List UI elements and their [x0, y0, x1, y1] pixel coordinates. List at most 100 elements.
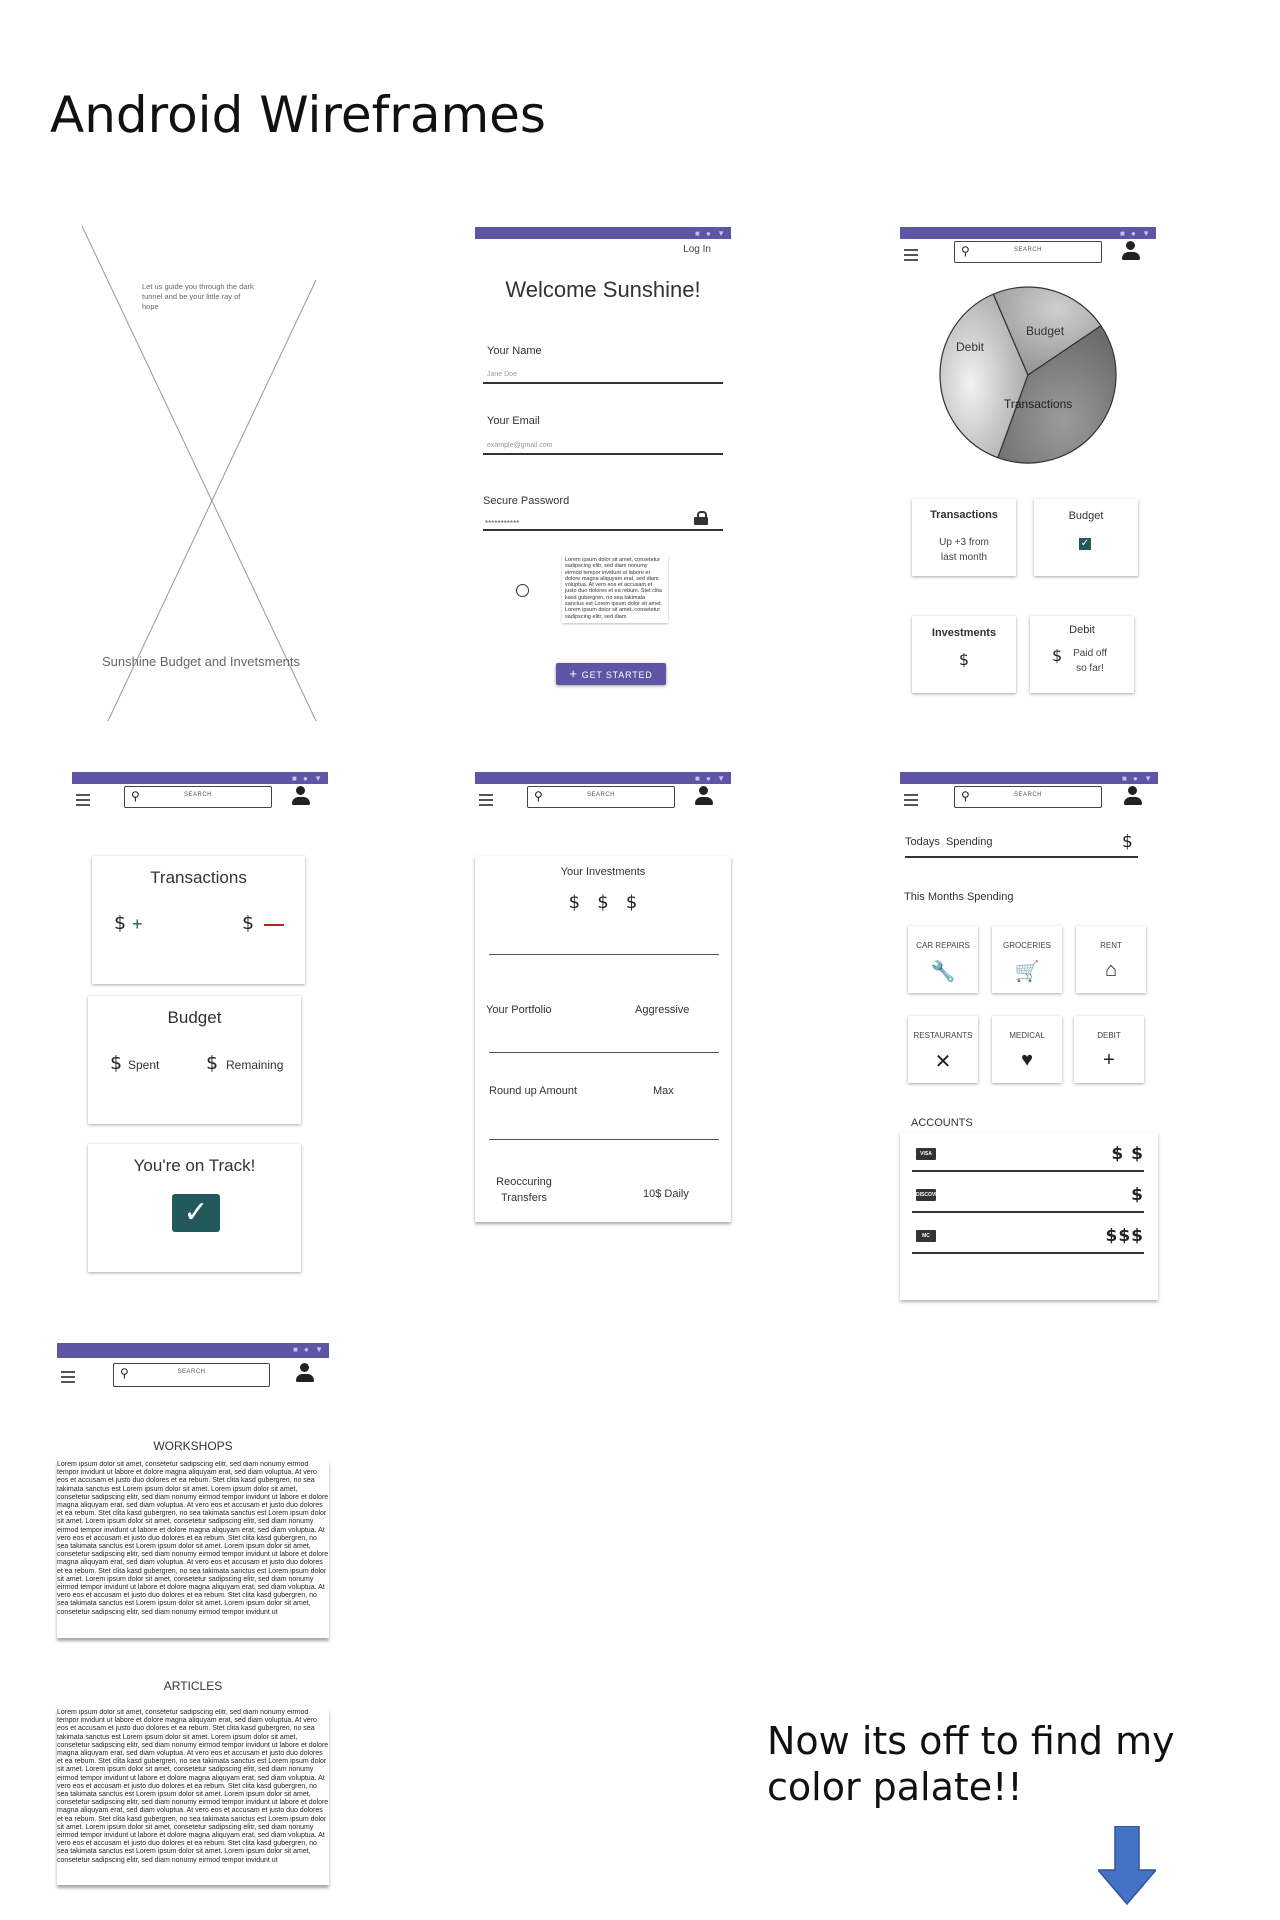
budget-card[interactable]: Budget $ Spent $ Remaining	[88, 996, 301, 1124]
profile-icon[interactable]	[291, 786, 311, 806]
cart-icon: 🛒	[1014, 961, 1040, 983]
search-bar[interactable]: ⚲ SEARCH	[954, 786, 1102, 808]
category-label: RENT	[1100, 941, 1122, 950]
status-bar: ■ ● ▼	[475, 227, 731, 239]
status-bar: ■ ● ▼	[57, 1343, 329, 1358]
budget-title: Budget	[167, 1008, 222, 1027]
divider	[905, 856, 1138, 858]
category-tile[interactable]: RESTAURANTS ✕	[908, 1016, 978, 1083]
status-icons: ■ ● ▼	[1119, 229, 1152, 238]
status-icons: ■ ● ▼	[292, 1345, 325, 1354]
menu-icon[interactable]	[904, 794, 918, 809]
plus-icon: +	[569, 666, 578, 681]
top-bar: ⚲ SEARCH	[900, 786, 1158, 820]
email-label: Your Email	[487, 415, 540, 427]
splash-screen: Let us guide you through the dark tunnel…	[82, 226, 322, 721]
search-bar[interactable]: ⚲ SEARCH	[954, 241, 1102, 263]
divider	[912, 1252, 1144, 1254]
terms-radio[interactable]	[516, 584, 529, 597]
menu-icon[interactable]	[76, 794, 90, 809]
transactions-card[interactable]: Transactions $ + $	[92, 856, 305, 984]
status-icons: ■ ● ▼	[291, 774, 324, 783]
login-screen: ■ ● ▼ Log In Welcome Sunshine! Your Name…	[475, 227, 731, 692]
email-field[interactable]: example@gmail.com	[487, 442, 552, 449]
status-icons: ■ ● ▼	[694, 774, 727, 783]
budget-card[interactable]: Budget ✓	[1034, 499, 1138, 576]
roundup-label: Round up Amount	[489, 1085, 578, 1097]
budget-card-title: Budget	[1068, 510, 1104, 522]
category-tile[interactable]: MEDICAL ♥	[992, 1016, 1062, 1083]
category-tile[interactable]: CAR REPAIRS 🔧	[908, 926, 978, 993]
debit-card[interactable]: Debit $ Paid off so far!	[1030, 616, 1134, 693]
name-label: Your Name	[487, 345, 542, 357]
account-balance[interactable]: $$$	[1106, 1226, 1145, 1246]
menu-icon[interactable]	[61, 1371, 75, 1386]
search-bar[interactable]: ⚲ SEARCH	[527, 786, 675, 808]
terms-text-box: Lorem ipsum dolor sit amet, consetetur s…	[562, 555, 668, 623]
menu-icon[interactable]	[479, 794, 493, 809]
profile-icon[interactable]	[694, 786, 714, 806]
category-tile[interactable]: GROCERIES 🛒	[992, 926, 1062, 993]
dollar-icon: $	[1052, 646, 1063, 665]
account-balance[interactable]: $	[1131, 1185, 1144, 1205]
articles-text: Lorem ipsum dolor sit amet, consetetur s…	[57, 1709, 329, 1864]
on-track-card: You're on Track! ✓	[88, 1144, 301, 1272]
top-bar: ⚲ SEARCH	[900, 241, 1156, 275]
get-started-button[interactable]: + GET STARTED	[556, 663, 666, 685]
transactions-card[interactable]: Transactions Up +3 from last month	[912, 499, 1016, 576]
todays-spending-label: Todays Spending	[905, 836, 993, 848]
card-icon: DISCOVER	[916, 1189, 936, 1201]
profile-icon[interactable]	[1121, 241, 1141, 261]
profile-icon[interactable]	[1123, 786, 1143, 806]
category-tile[interactable]: DEBIT +	[1074, 1016, 1144, 1083]
expense-dollar-icon: $	[242, 912, 255, 934]
workshops-text: Lorem ipsum dolor sit amet, consetetur s…	[57, 1461, 329, 1616]
category-label: MEDICAL	[1009, 1031, 1045, 1040]
category-tile[interactable]: RENT ⌂	[1076, 926, 1146, 993]
portfolio-value[interactable]: Aggressive	[635, 1004, 689, 1016]
search-bar[interactable]: ⚲ SEARCH	[124, 786, 272, 808]
name-underline	[483, 382, 723, 384]
transactions-card-sub: Up +3 from last month	[939, 537, 989, 563]
accounts-label: ACCOUNTS	[911, 1117, 973, 1129]
menu-icon[interactable]	[904, 249, 918, 264]
transactions-card-title: Transactions	[930, 509, 998, 521]
password-field[interactable]: ***********	[485, 519, 519, 528]
spent-dollar-icon: $	[110, 1052, 123, 1074]
welcome-heading: Welcome Sunshine!	[505, 277, 701, 302]
roundup-value[interactable]: Max	[653, 1085, 674, 1097]
debit-card-title: Debit	[1069, 624, 1095, 636]
accounts-panel: VISA $ $ DISCOVER $ MC $$$	[900, 1132, 1158, 1300]
investments-card[interactable]: Investments $	[912, 616, 1016, 693]
profile-icon[interactable]	[295, 1363, 315, 1383]
workshops-panel: Lorem ipsum dolor sit amet, consetetur s…	[57, 1461, 329, 1638]
card-icon: VISA	[916, 1148, 936, 1160]
divider	[489, 1052, 719, 1053]
log-in-link[interactable]: Log In	[683, 244, 711, 255]
divider	[912, 1170, 1144, 1172]
overview-screen: ■ ● ▼ ⚲ SEARCH Transactions $ + $ Budget …	[72, 772, 328, 1292]
check-icon: ✓	[1079, 538, 1091, 550]
income-plus-icon: +	[132, 914, 143, 934]
footer-note: Now its off to find my color palate!!	[767, 1719, 1175, 1809]
status-bar: ■ ● ▼	[72, 772, 328, 784]
account-balance[interactable]: $ $	[1111, 1144, 1144, 1164]
heart-pulse-icon: ♥	[1021, 1049, 1033, 1071]
remaining-dollar-icon: $	[206, 1052, 219, 1074]
check-icon: ✓	[172, 1194, 220, 1232]
splash-app-name: Sunshine Budget and Invetsments	[102, 654, 301, 669]
divider	[489, 954, 719, 955]
search-bar[interactable]: ⚲ SEARCH	[113, 1363, 270, 1387]
name-field[interactable]: Jane Doe	[487, 371, 517, 378]
transfers-value[interactable]: 10$ Daily	[643, 1188, 689, 1200]
top-bar: ⚲ SEARCH	[475, 786, 731, 820]
search-placeholder: SEARCH	[586, 792, 615, 798]
status-icons: ■ ● ▼	[1121, 774, 1154, 783]
debit-card-sub: Paid off so far!	[1073, 648, 1107, 674]
remaining-label: Remaining	[226, 1058, 284, 1072]
plus-icon: +	[1103, 1049, 1115, 1071]
divider	[489, 1139, 719, 1140]
get-started-label: GET STARTED	[581, 670, 653, 680]
password-underline	[483, 529, 723, 531]
divider	[912, 1211, 1144, 1213]
